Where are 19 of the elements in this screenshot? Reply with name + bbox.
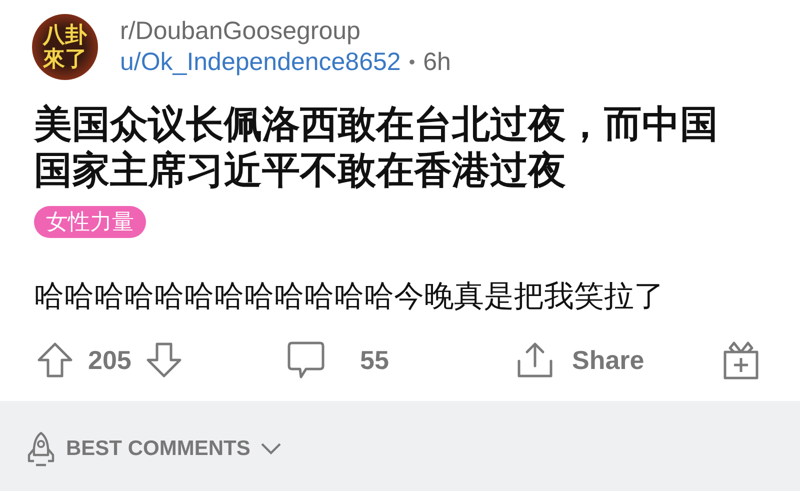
upvote-icon[interactable] xyxy=(36,341,74,379)
comment-icon[interactable] xyxy=(286,340,326,380)
share-button[interactable]: Share xyxy=(516,341,644,379)
post-body: 哈哈哈哈哈哈哈哈哈哈哈哈今晚真是把我笑拉了 xyxy=(34,279,665,315)
author-link[interactable]: u/Ok_Independence8652 xyxy=(120,48,401,77)
gift-icon[interactable] xyxy=(722,340,760,380)
downvote-icon[interactable] xyxy=(145,341,184,379)
vote-count: 205 xyxy=(88,344,132,376)
post-age: 6h xyxy=(423,48,451,77)
post-title: 美国众议长佩洛西敢在台北过夜，而中国国家主席习近平不敢在香港过夜 xyxy=(34,102,719,194)
share-icon xyxy=(516,341,554,379)
comment-count: 55 xyxy=(360,344,389,376)
chevron-down-icon xyxy=(260,442,282,456)
sort-button[interactable]: BEST COMMENTS xyxy=(26,431,282,467)
separator-dot: • xyxy=(408,52,416,73)
community-name[interactable]: r/DoubanGoosegroup xyxy=(120,17,451,46)
post-flair: 女性力量 xyxy=(34,206,146,238)
rocket-icon xyxy=(26,431,56,467)
community-avatar[interactable]: 八卦 來了 xyxy=(32,14,98,80)
